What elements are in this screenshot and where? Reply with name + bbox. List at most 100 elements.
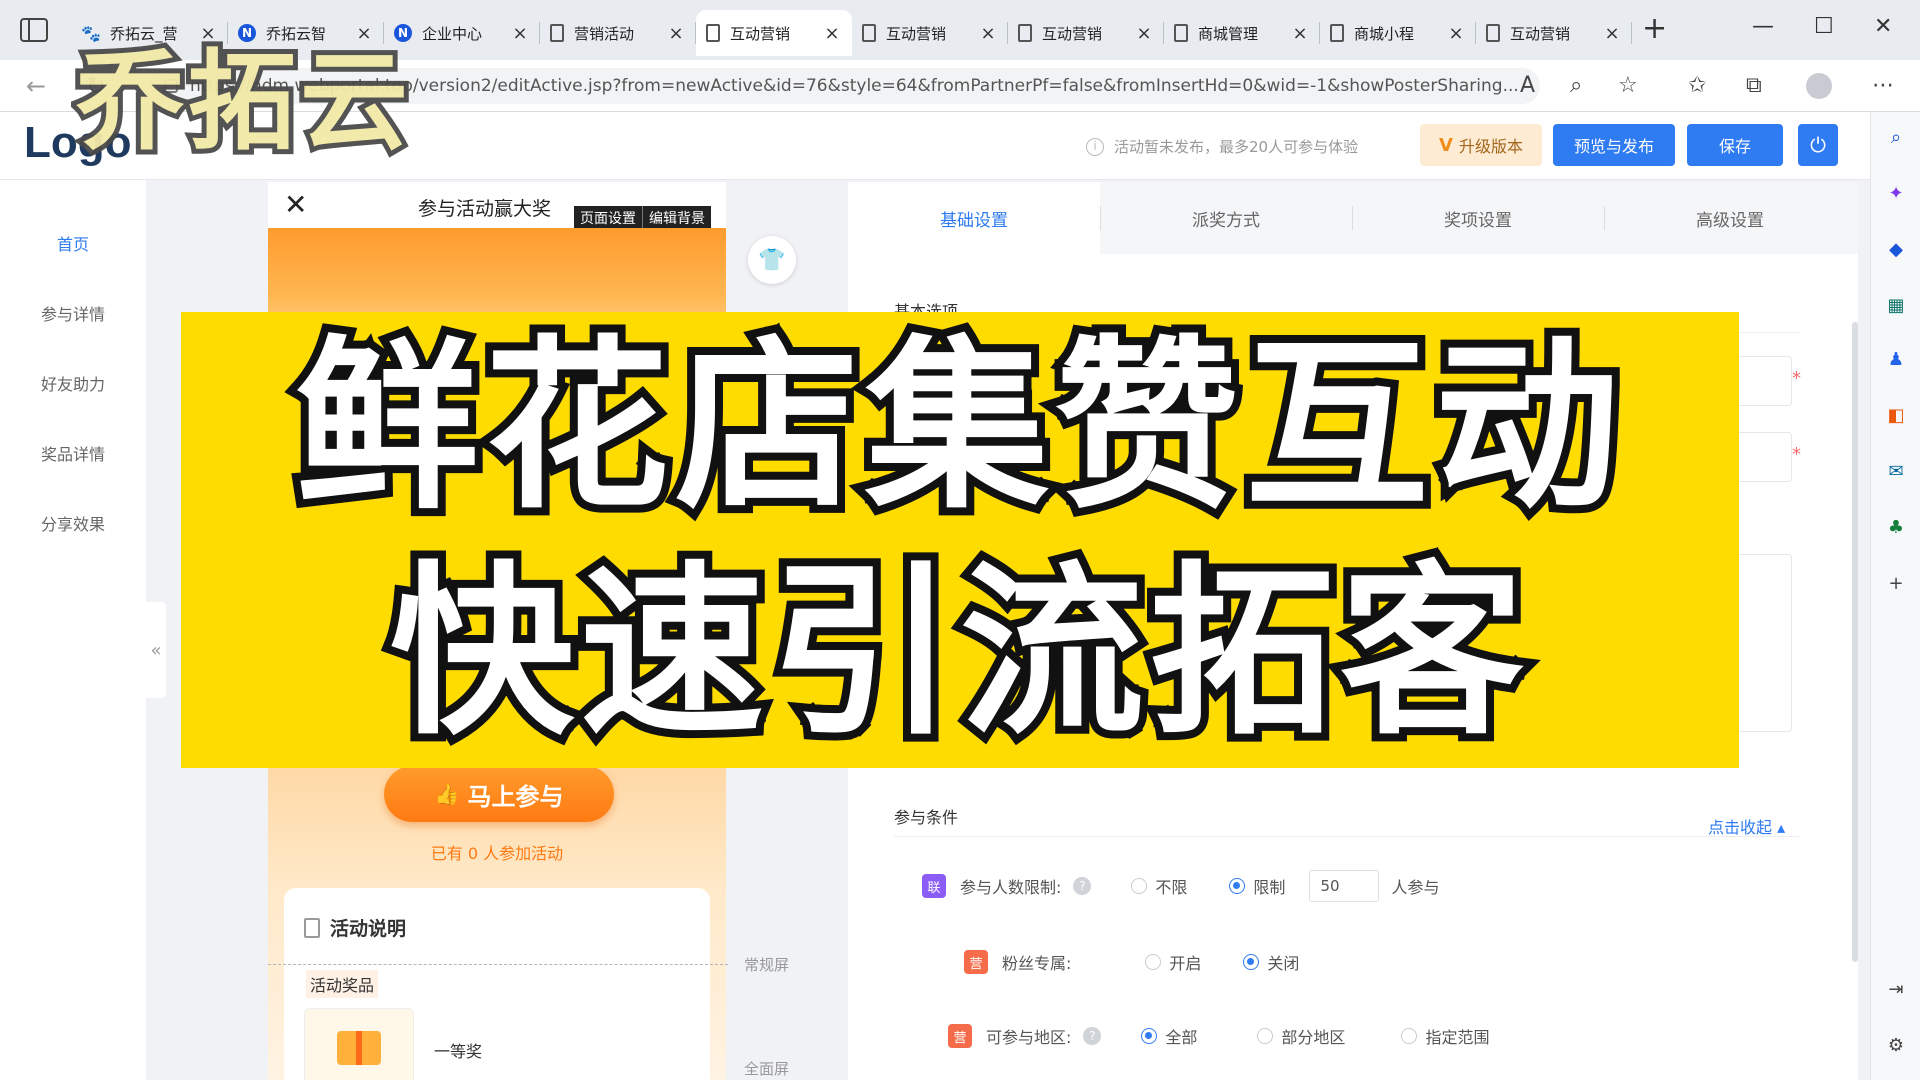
profile-avatar[interactable] bbox=[1806, 73, 1832, 99]
close-icon[interactable]: × bbox=[510, 23, 530, 44]
close-icon[interactable]: × bbox=[822, 23, 842, 44]
radio-dot bbox=[1131, 878, 1148, 894]
tag-icon[interactable]: ◆ bbox=[1885, 238, 1907, 260]
full-screen-label: 全面屏 bbox=[744, 1060, 790, 1078]
save-button[interactable]: 保存 bbox=[1687, 124, 1783, 166]
tab-advanced-settings[interactable]: 高级设置 bbox=[1604, 182, 1856, 254]
radio-region-range[interactable]: 指定范围 bbox=[1401, 1024, 1489, 1048]
browser-tab[interactable]: 商城小程 × bbox=[1320, 10, 1476, 56]
new-tab-button[interactable]: + bbox=[1642, 14, 1667, 44]
close-icon[interactable]: ✕ bbox=[284, 188, 307, 221]
office-icon[interactable]: ◧ bbox=[1885, 404, 1907, 426]
radio-fans-off[interactable]: 关闭 bbox=[1243, 950, 1299, 974]
maximize-icon[interactable]: ☐ bbox=[1814, 14, 1834, 39]
required-mark: * bbox=[1792, 368, 1801, 389]
tab-label: 互动营销 bbox=[1042, 24, 1103, 43]
more-icon[interactable]: ⋯ bbox=[1872, 73, 1894, 98]
sidenav-item-friend-help[interactable]: 好友助力 bbox=[0, 348, 146, 418]
close-icon[interactable]: × bbox=[1446, 23, 1466, 44]
close-icon[interactable]: × bbox=[1602, 23, 1622, 44]
browser-tab[interactable]: 互动营销 × bbox=[1476, 10, 1632, 56]
collections-icon[interactable]: ⧉ bbox=[1746, 73, 1762, 98]
tab-label: 营销活动 bbox=[574, 24, 635, 43]
radio-dot-selected bbox=[1229, 878, 1246, 894]
preview-title: 参与活动赢大奖 bbox=[418, 198, 552, 220]
radio-region-all[interactable]: 全部 bbox=[1141, 1024, 1197, 1048]
sidebar-toggle-icon[interactable]: ⇥ bbox=[1885, 978, 1907, 1000]
radio-limit[interactable]: 限制 bbox=[1229, 874, 1285, 898]
fans-only-row: 营 粉丝专属: 开启 关闭 bbox=[964, 944, 1299, 980]
tab-basic-settings[interactable]: 基础设置 bbox=[848, 182, 1100, 254]
sidenav-item-prize-details[interactable]: 奖品详情 bbox=[0, 418, 146, 488]
power-icon[interactable]: ⏻ bbox=[1798, 124, 1838, 166]
required-mark: * bbox=[1792, 444, 1801, 465]
first-prize-label: 一等奖 bbox=[434, 1042, 483, 1061]
tab-award-method[interactable]: 派奖方式 bbox=[1100, 182, 1352, 254]
tab-label: 互动营销 bbox=[1510, 24, 1571, 43]
help-icon[interactable]: ? bbox=[1073, 877, 1092, 895]
tab-prize-settings[interactable]: 奖项设置 bbox=[1352, 182, 1604, 254]
radio-label: 开启 bbox=[1169, 954, 1202, 973]
description-title: 活动说明 bbox=[304, 914, 406, 941]
back-icon[interactable]: ← bbox=[26, 72, 46, 100]
participant-limit-input[interactable]: 50 bbox=[1309, 870, 1380, 902]
upgrade-label: 升级版本 bbox=[1458, 137, 1523, 156]
copilot-icon[interactable]: ✦ bbox=[1885, 182, 1907, 204]
browser-tab[interactable]: 商城管理 × bbox=[1164, 10, 1320, 56]
document-icon bbox=[304, 917, 320, 938]
browser-tab[interactable]: 互动营销 × bbox=[1008, 10, 1164, 56]
window-close-icon[interactable]: ✕ bbox=[1874, 14, 1892, 39]
close-icon[interactable]: × bbox=[978, 23, 998, 44]
join-label: 马上参与 bbox=[467, 782, 564, 811]
add-icon[interactable]: + bbox=[1885, 572, 1907, 594]
outlook-icon[interactable]: ✉ bbox=[1885, 460, 1907, 482]
sidenav-item-participation[interactable]: 参与详情 bbox=[0, 278, 146, 348]
close-icon[interactable]: × bbox=[1290, 23, 1310, 44]
browser-tab[interactable]: 营销活动 × bbox=[540, 10, 696, 56]
help-icon[interactable]: ? bbox=[1083, 1027, 1102, 1045]
divider bbox=[894, 836, 1800, 837]
page-setting-button[interactable]: 页面设置 bbox=[574, 206, 642, 230]
close-icon[interactable]: × bbox=[1134, 23, 1154, 44]
radio-label: 全部 bbox=[1165, 1028, 1198, 1047]
sidenav-item-share-effect[interactable]: 分享效果 bbox=[0, 488, 146, 558]
joined-count: 已有 0 人参加活动 bbox=[430, 844, 564, 863]
radio-label: 部分地区 bbox=[1281, 1028, 1346, 1047]
panel-scrollbar[interactable] bbox=[1852, 322, 1858, 962]
tab-actions-icon[interactable] bbox=[20, 18, 48, 42]
preview-publish-button[interactable]: 预览与发布 bbox=[1553, 124, 1675, 166]
tab-label: 互动营销 bbox=[730, 24, 791, 43]
page-icon bbox=[1174, 24, 1188, 42]
toolbox-icon[interactable]: ▦ bbox=[1885, 294, 1907, 316]
sidenav-item-home[interactable]: 首页 bbox=[0, 208, 146, 278]
sidenav-collapse-button[interactable]: « bbox=[146, 602, 166, 698]
headline-line-1: 鲜花店集赞互动 bbox=[287, 312, 1627, 542]
browser-tab-active[interactable]: 互动营销 × bbox=[696, 10, 852, 56]
radio-unlimited[interactable]: 不限 bbox=[1131, 874, 1187, 898]
tree-icon[interactable]: ♣ bbox=[1885, 516, 1907, 538]
upgrade-button[interactable]: V 升级版本 bbox=[1420, 124, 1542, 166]
browser-tab[interactable]: 互动营销 × bbox=[852, 10, 1008, 56]
favorites-icon[interactable]: ✩ bbox=[1688, 73, 1706, 98]
tab-label: 商城管理 bbox=[1198, 24, 1259, 43]
read-aloud-icon[interactable]: A bbox=[1520, 73, 1535, 98]
minimize-icon[interactable]: — bbox=[1752, 14, 1774, 39]
favorite-add-icon[interactable]: ☆ bbox=[1618, 73, 1638, 98]
radio-fans-on[interactable]: 开启 bbox=[1145, 950, 1201, 974]
search-icon[interactable]: ⌕ bbox=[1885, 126, 1907, 148]
radio-region-partial[interactable]: 部分地区 bbox=[1257, 1024, 1345, 1048]
edit-background-button[interactable]: 编辑背景 bbox=[642, 206, 711, 230]
region-label: 可参与地区: bbox=[986, 1028, 1072, 1047]
zoom-icon[interactable]: ⌕ bbox=[1570, 73, 1582, 98]
close-icon[interactable]: × bbox=[666, 23, 686, 44]
people-icon[interactable]: ♟ bbox=[1885, 348, 1907, 370]
join-now-button[interactable]: 👍 马上参与 bbox=[384, 766, 614, 822]
preview-topbar: ✕ 参与活动赢大奖 页面设置 编辑背景 bbox=[268, 182, 726, 230]
theme-shirt-icon[interactable]: 👕 bbox=[748, 236, 796, 284]
collapse-link[interactable]: 点击收起 ▴ bbox=[1708, 814, 1785, 838]
lian-badge: 联 bbox=[922, 874, 946, 898]
normal-screen-guide bbox=[268, 964, 728, 965]
gear-icon[interactable]: ⚙ bbox=[1885, 1034, 1907, 1056]
tab-label: 互动营销 bbox=[886, 24, 947, 43]
radio-label: 限制 bbox=[1253, 878, 1286, 897]
